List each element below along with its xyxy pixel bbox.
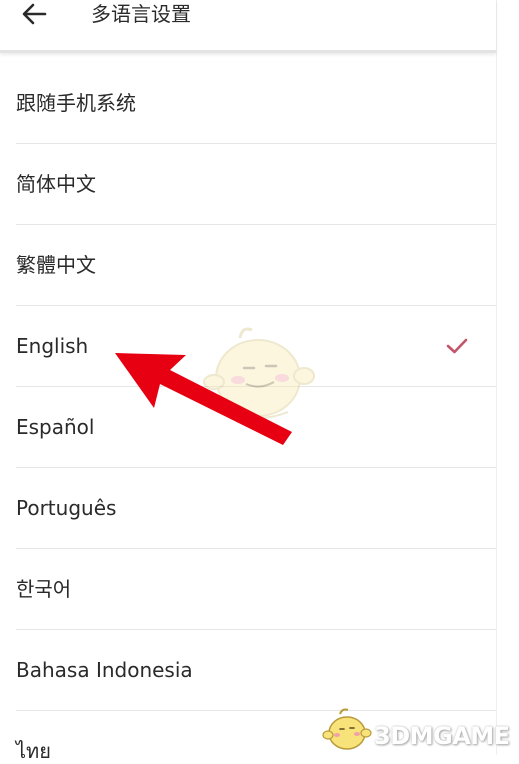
app-header: 多语言设置 [0, 0, 496, 53]
language-option-traditional-chinese[interactable]: 繁體中文 [0, 225, 496, 306]
checkmark-icon [446, 338, 468, 354]
language-label: Bahasa Indonesia [16, 658, 193, 682]
language-label: 简体中文 [16, 172, 96, 196]
page-title: 多语言设置 [91, 2, 191, 26]
language-label: 한국어 [16, 577, 72, 601]
language-option-indonesian[interactable]: Bahasa Indonesia [0, 630, 496, 711]
back-button[interactable] [20, 0, 48, 28]
language-option-follow-system[interactable]: 跟随手机系统 [0, 63, 496, 144]
language-option-simplified-chinese[interactable]: 简体中文 [0, 144, 496, 225]
language-label: ไทย [16, 739, 51, 763]
mascot-logo-icon [322, 708, 372, 750]
screen-edge [496, 0, 497, 755]
language-label: English [16, 334, 89, 358]
arrow-left-icon [22, 3, 47, 25]
language-list: 跟随手机系统 简体中文 繁體中文 English Español Portugu… [0, 63, 496, 763]
language-label: 跟随手机系统 [16, 91, 136, 115]
language-label: Español [16, 415, 95, 439]
language-option-spanish[interactable]: Español [0, 387, 496, 468]
language-option-portuguese[interactable]: Português [0, 468, 496, 549]
watermark-logo: 3DMGAME [322, 700, 519, 755]
language-label: Português [16, 496, 117, 520]
watermark-text: 3DMGAME [374, 722, 510, 750]
language-option-korean[interactable]: 한국어 [0, 549, 496, 630]
language-option-english[interactable]: English [0, 306, 496, 387]
language-label: 繁體中文 [16, 253, 96, 277]
